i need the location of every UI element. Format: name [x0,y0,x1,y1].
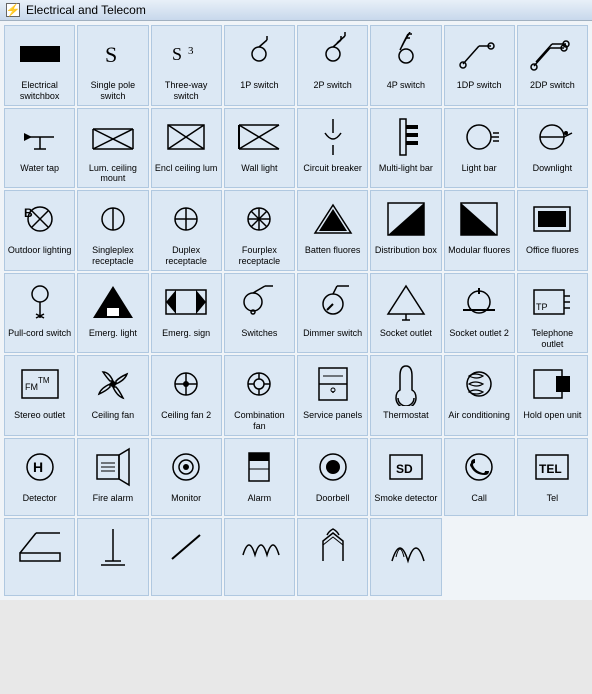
cell-detector[interactable]: H Detector [4,438,75,516]
cell-multi-light-bar[interactable]: Multi-light bar [370,108,441,189]
cell-modular-fluores[interactable]: Modular fluores [444,190,515,271]
cell-ceiling-fan-2[interactable]: Ceiling fan 2 [151,355,222,436]
svg-text:S: S [105,42,117,67]
cell-downlight[interactable]: Downlight [517,108,588,189]
cell-fourplex-receptacle[interactable]: Fourplex receptacle [224,190,295,271]
cell-single-pole-switch[interactable]: S Single pole switch [77,25,148,106]
cell-doorbell[interactable]: Doorbell [297,438,368,516]
symbol-grid: Electrical switchbox S Single pole switc… [0,21,592,600]
cell-stereo-outlet[interactable]: FM TM Stereo outlet [4,355,75,436]
cell-duplex-receptacle[interactable]: Duplex receptacle [151,190,222,271]
cell-misc2[interactable] [77,518,148,596]
cell-wall-light[interactable]: Wall light [224,108,295,189]
titlebar: ⚡ Electrical and Telecom [0,0,592,21]
cell-combination-fan[interactable]: Combination fan [224,355,295,436]
svg-text:S: S [172,44,182,64]
cell-4p-switch[interactable]: 4P switch [370,25,441,106]
cell-air-conditioning[interactable]: Air conditioning [444,355,515,436]
cell-three-way-switch[interactable]: S 3 Three-way switch [151,25,222,106]
cell-monitor[interactable]: Monitor [151,438,222,516]
cell-thermostat[interactable]: Thermostat [370,355,441,436]
cell-distribution-box[interactable]: Distribution box [370,190,441,271]
cell-emerg-sign[interactable]: Emerg. sign [151,273,222,354]
svg-text:SD: SD [396,462,413,476]
cell-tel[interactable]: TEL Tel [517,438,588,516]
cell-2dp-switch[interactable]: 2DP switch [517,25,588,106]
svg-text:TEL: TEL [539,462,562,476]
svg-text:B: B [24,206,33,220]
cell-2p-switch[interactable]: 2P switch [297,25,368,106]
cell-socket-outlet-2[interactable]: Socket outlet 2 [444,273,515,354]
cell-office-fluores[interactable]: Office fluores [517,190,588,271]
cell-socket-outlet[interactable]: Socket outlet [370,273,441,354]
cell-lum-ceiling-mount[interactable]: Lum. ceiling mount [77,108,148,189]
cell-misc6[interactable] [370,518,441,596]
cell-fire-alarm[interactable]: Fire alarm [77,438,148,516]
cell-singleplex-receptacle[interactable]: Singleplex receptacle [77,190,148,271]
cell-telephone-outlet[interactable]: TP Telephone outlet [517,273,588,354]
cell-smoke-detector[interactable]: SD Smoke detector [370,438,441,516]
cell-call[interactable]: Call [444,438,515,516]
cell-pull-cord-switch[interactable]: Pull-cord switch [4,273,75,354]
cell-ceiling-fan[interactable]: Ceiling fan [77,355,148,436]
cell-misc5[interactable] [297,518,368,596]
svg-text:TM: TM [38,376,50,385]
cell-1p-switch[interactable]: 1P switch [224,25,295,106]
cell-switches[interactable]: Switches [224,273,295,354]
cell-encl-ceiling-lum[interactable]: Encl ceiling lum [151,108,222,189]
cell-batten-fluores[interactable]: Batten fluores [297,190,368,271]
cell-misc1[interactable] [4,518,75,596]
cell-light-bar[interactable]: Light bar [444,108,515,189]
cell-misc4[interactable] [224,518,295,596]
svg-text:FM: FM [25,382,38,392]
cell-service-panels[interactable]: Service panels [297,355,368,436]
cell-misc8 [517,518,588,596]
titlebar-title: Electrical and Telecom [26,3,146,17]
svg-text:TP: TP [536,302,548,312]
cell-electrical-switchbox[interactable]: Electrical switchbox [4,25,75,106]
cell-outdoor-lighting[interactable]: B Outdoor lighting [4,190,75,271]
svg-text:3: 3 [188,45,194,57]
cell-emerg-light[interactable]: Emerg. light [77,273,148,354]
svg-text:H: H [33,459,43,475]
titlebar-icon: ⚡ [6,3,20,17]
cell-water-tap[interactable]: Water tap [4,108,75,189]
cell-hold-open-unit[interactable]: Hold open unit [517,355,588,436]
cell-misc3[interactable] [151,518,222,596]
cell-misc7 [444,518,515,596]
cell-1dp-switch[interactable]: 1DP switch [444,25,515,106]
cell-circuit-breaker[interactable]: Circuit breaker [297,108,368,189]
cell-dimmer-switch[interactable]: Dimmer switch [297,273,368,354]
cell-alarm[interactable]: Alarm [224,438,295,516]
